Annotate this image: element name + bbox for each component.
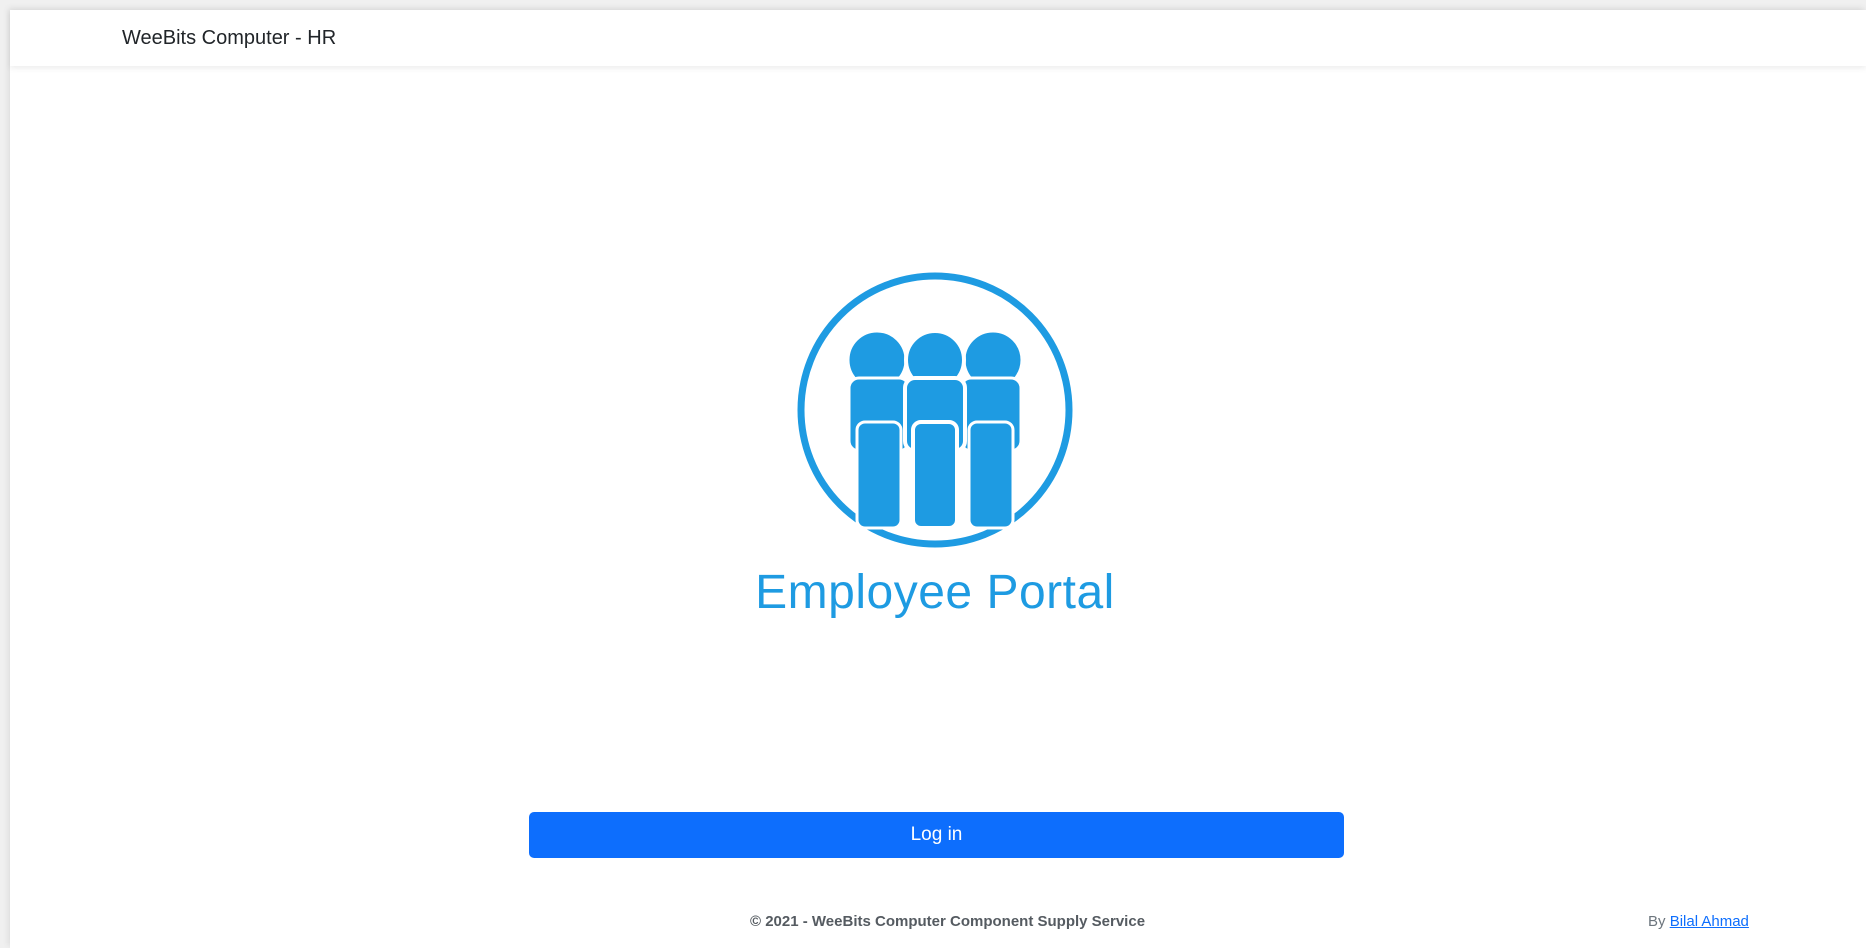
login-button[interactable]: Log in [529,812,1344,858]
person-center-icon [903,329,967,530]
top-navbar: WeeBits Computer - HR [10,10,1866,66]
person-left-icon [846,329,911,530]
person-right-icon [959,329,1024,530]
employees-group-icon [797,272,1073,548]
footer-by-label: By [1648,913,1666,930]
author-link[interactable]: Bilal Ahmad [1670,913,1749,930]
portal-title: Employee Portal [755,566,1115,619]
footer-author: By Bilal Ahmad [1648,913,1749,930]
browser-page: WeeBits Computer - HR Employee Portal Lo… [10,10,1866,948]
footer-copyright: © 2021 - WeeBits Computer Component Supp… [750,913,1146,930]
navbar-brand-link[interactable]: WeeBits Computer - HR [122,27,336,50]
